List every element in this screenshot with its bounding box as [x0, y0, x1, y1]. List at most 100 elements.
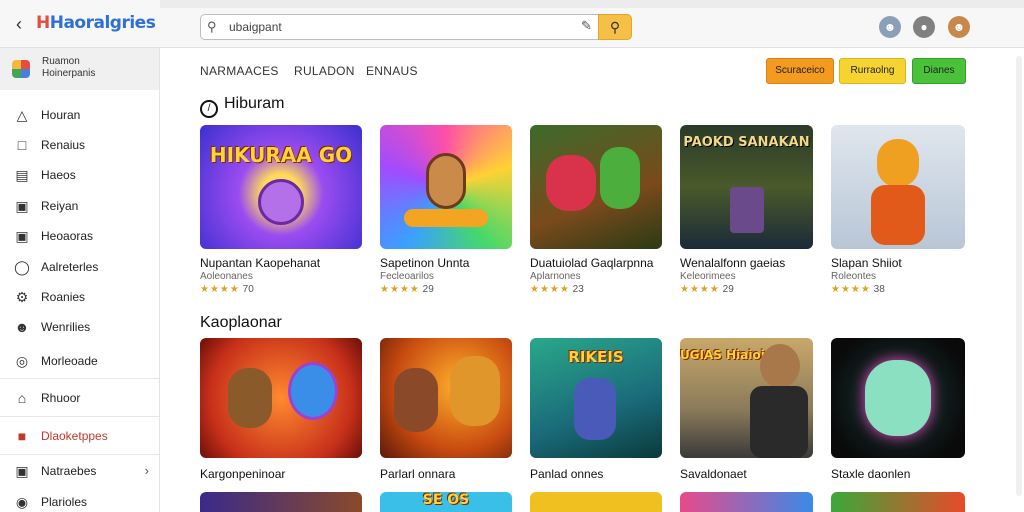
- game-thumbnail[interactable]: [831, 125, 965, 249]
- game-rating: ★★★★ 23: [530, 284, 584, 295]
- tag-icon: ◯: [14, 259, 30, 275]
- character-figure: [600, 147, 640, 209]
- game-thumbnail[interactable]: MUGIAS Hiaioie: [680, 338, 813, 458]
- game-title: Parlarl onnara: [380, 467, 456, 481]
- filter-button-dianes[interactable]: Dianes: [912, 58, 966, 84]
- notification-icon[interactable]: ●: [913, 16, 935, 38]
- back-arrow-icon[interactable]: ‹: [10, 14, 28, 34]
- tab-ruladon[interactable]: RULADON: [294, 64, 355, 78]
- profile-name: Ruamon: [42, 56, 80, 67]
- filter-button-scuraceico[interactable]: Scuraceico: [766, 58, 834, 84]
- game-rating: ★★★★ 29: [680, 284, 734, 295]
- sidebar-item-label: Haeos: [41, 168, 76, 182]
- game-thumbnail[interactable]: [831, 492, 965, 512]
- sidebar-item-label: Wenrilies: [41, 320, 91, 334]
- avatar[interactable]: ☻: [879, 16, 901, 38]
- sidebar-item-roanies[interactable]: ⚙ Roanies: [0, 282, 159, 312]
- character-figure: [450, 356, 500, 426]
- tab-narmaaces[interactable]: NARMAACES: [200, 64, 279, 78]
- game-thumbnail[interactable]: [831, 338, 965, 458]
- sidebar-item-renaius[interactable]: □ Renaius: [0, 130, 159, 160]
- game-thumbnail[interactable]: SE OS: [380, 492, 512, 512]
- sidebar-profile[interactable]: Ruamon Hoinerpanis: [0, 48, 159, 90]
- star-rating-icon: ★★★★: [530, 284, 570, 295]
- sidebar-item-label: Morleoade: [41, 354, 98, 368]
- briefcase-icon: ▣: [15, 198, 29, 214]
- game-thumbnail[interactable]: [380, 338, 512, 458]
- sidebar-item-dlaoketppes[interactable]: ■ Dlaoketppes: [0, 421, 159, 451]
- star-rating-icon: ★★★★: [380, 284, 420, 295]
- warning-triangle-icon: △: [16, 107, 28, 123]
- character-figure: [760, 344, 800, 388]
- game-thumbnail[interactable]: [680, 492, 813, 512]
- sidebar-item-label: Roanies: [41, 290, 86, 304]
- character-figure: [877, 139, 919, 187]
- filter-button-rurraolng[interactable]: Rurraolng: [839, 58, 906, 84]
- location-icon: ◉: [15, 494, 29, 510]
- character-figure: [404, 209, 488, 227]
- search-input[interactable]: ubaigpant: [229, 20, 282, 34]
- user-avatar[interactable]: ☻: [948, 16, 970, 38]
- tab-ennaus[interactable]: ENNAUS: [366, 64, 418, 78]
- game-rating: ★★★★ 29: [380, 284, 434, 295]
- sidebar-item-label: Dlaoketppes: [41, 429, 108, 443]
- character-figure: [426, 153, 466, 209]
- section-title-text: Hiburam: [224, 95, 285, 112]
- app-logo[interactable]: HHaoralgries: [36, 13, 156, 33]
- sidebar-item-wenrilies[interactable]: ☻ Wenrilies: [0, 312, 159, 342]
- sidebar-item-natraebes[interactable]: ▣ Natraebes ›: [0, 456, 159, 486]
- game-rating: ★★★★ 70: [200, 284, 254, 295]
- sidebar-item-haeos[interactable]: ▤ Haeos: [0, 160, 159, 190]
- sidebar-item-rhuoor[interactable]: ⌂ Rhuoor: [0, 383, 159, 413]
- game-thumbnail[interactable]: [200, 492, 362, 512]
- chevron-right-icon: ›: [144, 463, 149, 478]
- thumbnail-title: RIKEIS: [568, 348, 624, 366]
- game-thumbnail[interactable]: [530, 125, 662, 249]
- sidebar-item-label: Plarioles: [41, 495, 88, 509]
- sidebar-item-plarioles[interactable]: ◉ Plarioles: [0, 487, 159, 512]
- sidebar-item-aalreterles[interactable]: ◯ Aalreterles: [0, 252, 159, 282]
- game-rating: ★★★★ 38: [831, 284, 885, 295]
- game-title: Staxle daonlen: [831, 467, 911, 481]
- game-thumbnail[interactable]: [380, 125, 512, 249]
- game-thumbnail[interactable]: PAOKD SANAKAN: [680, 125, 813, 249]
- thumbnail-title: HIKURAA GO: [209, 143, 353, 167]
- sidebar-item-label: Houran: [41, 108, 81, 122]
- scrollbar[interactable]: [1016, 56, 1022, 496]
- globe-icon: ◎: [15, 353, 29, 369]
- game-subtitle: Fecleoarilos: [380, 271, 434, 282]
- game-thumbnail[interactable]: HIKURAA GO: [200, 125, 362, 249]
- game-thumbnail[interactable]: [200, 338, 362, 458]
- store-icon: ▣: [15, 463, 29, 479]
- character-figure: [228, 368, 272, 428]
- sidebar-divider: [0, 416, 159, 417]
- game-title: Slapan Shiiot: [831, 256, 902, 270]
- character-figure: [750, 386, 808, 458]
- window-strip: [160, 0, 1024, 8]
- edit-icon[interactable]: ✎: [581, 18, 597, 36]
- sidebar-item-reiyan[interactable]: ▣ Reiyan: [0, 191, 159, 221]
- sidebar-item-houran[interactable]: △ Houran: [0, 100, 159, 130]
- gear-icon: ⚙: [15, 289, 29, 305]
- game-thumbnail[interactable]: [530, 492, 662, 512]
- sidebar: Ruamon Hoinerpanis △ Houran □ Renaius ▤ …: [0, 48, 160, 512]
- game-subtitle: Roleontes: [831, 271, 877, 282]
- sidebar-item-morleoade[interactable]: ◎ Morleoade: [0, 346, 159, 376]
- character-figure: [288, 362, 338, 420]
- camera-icon: ▣: [15, 228, 29, 244]
- top-bar: ‹ HHaoralgries ⚲ ubaigpant ✎ ⚲ ☻ ● ☻: [0, 0, 1024, 48]
- sidebar-item-heoaoras[interactable]: ▣ Heoaoras: [0, 221, 159, 251]
- sidebar-item-label: Natraebes: [41, 464, 97, 478]
- game-title: Wenalalfonn gaeias: [680, 256, 786, 270]
- user-icon: ☻: [14, 319, 30, 335]
- game-subtitle: Keleorimees: [680, 271, 736, 282]
- search-button[interactable]: ⚲: [598, 14, 632, 40]
- search-bar[interactable]: ⚲ ubaigpant ✎ ⚲: [200, 14, 632, 40]
- sidebar-divider: [0, 454, 159, 455]
- home-icon: ⌂: [17, 390, 27, 406]
- star-rating-icon: ★★★★: [831, 284, 871, 295]
- game-title: Sapetinon Unnta: [380, 256, 470, 270]
- list-icon: ▤: [15, 167, 29, 183]
- character-figure: [394, 368, 438, 432]
- game-thumbnail[interactable]: RIKEIS: [530, 338, 662, 458]
